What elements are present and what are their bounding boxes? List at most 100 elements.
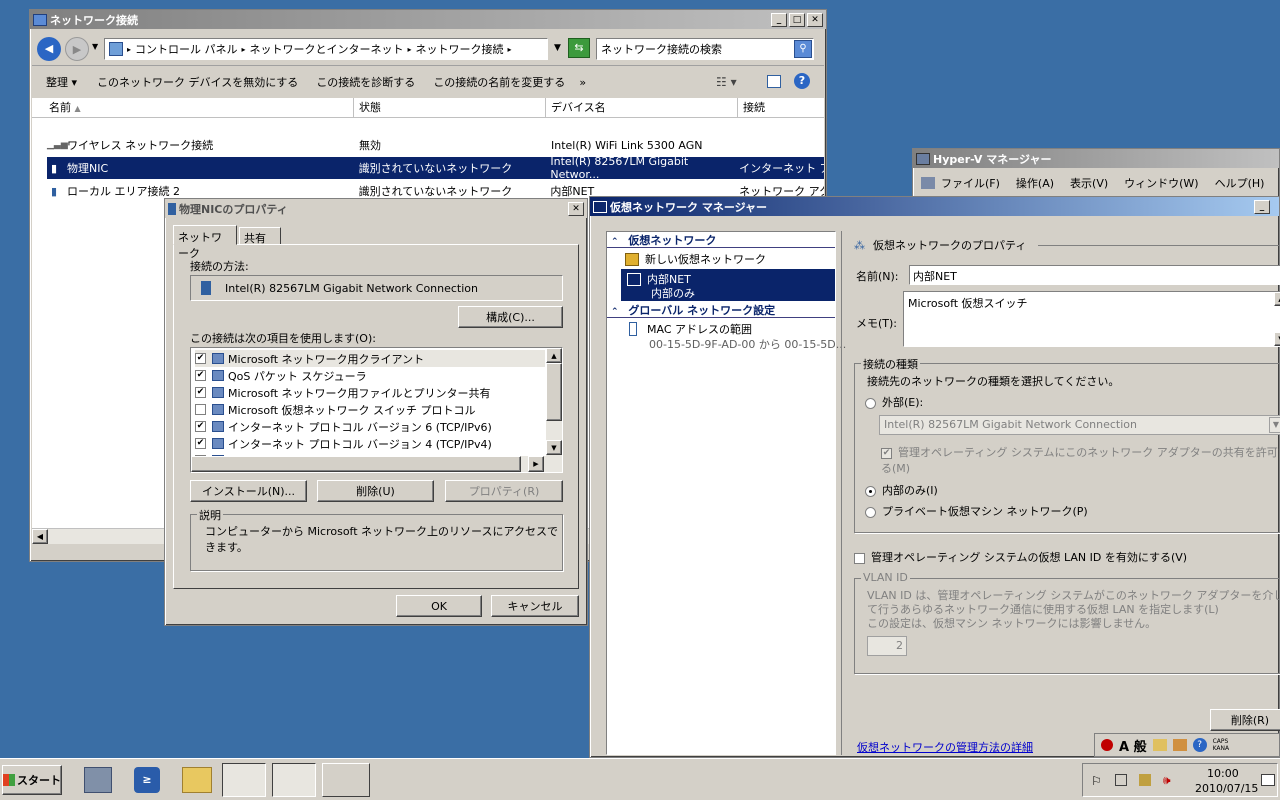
menu-window[interactable]: ウィンドウ(W) <box>1124 175 1198 191</box>
disable-device-button[interactable]: このネットワーク デバイスを無効にする <box>97 74 298 90</box>
ime-pad-icon[interactable] <box>1152 739 1167 751</box>
ime-dictionary-icon[interactable] <box>1172 739 1187 751</box>
scroll-left-button[interactable]: ◀ <box>32 529 48 544</box>
external-adapter-select[interactable]: Intel(R) 82567LM Gigabit Network Connect… <box>879 415 1280 435</box>
hyperv-taskbar-icon[interactable] <box>272 763 316 797</box>
diagnose-button[interactable]: この接続を診断する <box>316 74 415 90</box>
column-header-status[interactable]: 状態 <box>354 98 546 117</box>
column-header-name[interactable]: 名前 ▲ <box>32 98 354 117</box>
title-bar[interactable]: ネットワーク接続 _ □ ✕ <box>30 10 826 29</box>
component-checkbox[interactable]: ✔ <box>195 438 206 449</box>
close-button[interactable]: ✕ <box>568 201 584 216</box>
cancel-button[interactable]: キャンセル <box>491 595 579 617</box>
name-input[interactable]: 内部NET <box>909 265 1280 285</box>
usb-icon[interactable] <box>1115 774 1127 786</box>
help-icon[interactable]: ? <box>794 73 810 89</box>
forward-arrow-icon[interactable]: ▶ <box>65 37 89 61</box>
breadcrumb-item[interactable]: ネットワーク接続 <box>416 41 504 57</box>
address-bar[interactable]: ▸ コントロール パネル ▸ ネットワークとインターネット ▸ ネットワーク接続… <box>104 38 548 60</box>
component-item[interactable]: ✔ インターネット プロトコル バージョン 6 (TCP/IPv6) <box>195 418 545 435</box>
tab-network[interactable]: ネットワーク <box>173 225 237 260</box>
show-desktop-icon[interactable] <box>1261 774 1275 786</box>
paint-icon[interactable] <box>322 763 370 797</box>
network-item-internal[interactable]: 内部NET 内部のみ <box>621 269 835 301</box>
refresh-icon[interactable]: ⇆ <box>568 38 590 58</box>
scroll-up-button[interactable]: ▲ <box>546 348 562 363</box>
memo-textarea[interactable]: Microsoft 仮想スイッチ ▲ ▼ <box>903 291 1280 347</box>
search-input[interactable]: ネットワーク接続の検索 ⚲ <box>596 38 814 60</box>
more-commands-button[interactable]: » <box>579 76 586 89</box>
scroll-down-button[interactable]: ▼ <box>1274 332 1280 346</box>
component-checkbox[interactable]: ✔ <box>195 421 206 432</box>
scroll-down-button[interactable]: ▼ <box>546 440 562 455</box>
vlan-id-input[interactable]: 2 <box>867 636 907 656</box>
address-dropdown-icon[interactable]: ▼ <box>554 43 561 53</box>
menu-file[interactable]: ファイル(F) <box>941 175 1000 191</box>
help-icon[interactable]: ? <box>1192 738 1207 752</box>
component-checkbox[interactable] <box>195 404 206 415</box>
scroll-up-button[interactable]: ▲ <box>1274 292 1280 306</box>
tray-app-icon[interactable] <box>1139 774 1151 786</box>
component-item[interactable]: ✔ Microsoft ネットワーク用ファイルとプリンター共有 <box>195 384 545 401</box>
collapse-icon[interactable]: ⌃ <box>611 307 619 317</box>
component-item[interactable]: ✔ インターネット プロトコル バージョン 4 (TCP/IPv4) <box>195 435 545 452</box>
scroll-right-button[interactable]: ▶ <box>528 456 544 472</box>
section-virtual-networks[interactable]: ⌃ 仮想ネットワーク <box>607 232 835 248</box>
flag-icon[interactable]: ⚐ <box>1091 774 1102 788</box>
title-bar[interactable]: 物理NICのプロパティ ✕ <box>165 199 587 218</box>
private-network-radio[interactable]: プライベート仮想マシン ネットワーク(P) <box>865 503 1088 519</box>
external-radio[interactable]: 外部(E): <box>865 394 923 410</box>
menu-action[interactable]: 操作(A) <box>1016 175 1054 191</box>
section-global-settings[interactable]: ⌃ グローバル ネットワーク設定 <box>607 302 835 318</box>
minimize-button[interactable]: _ <box>771 12 787 27</box>
configure-button[interactable]: 構成(C)... <box>458 306 563 328</box>
clock-date[interactable]: 2010/07/15 <box>1195 782 1258 795</box>
internal-only-radio[interactable]: 内部のみ(I) <box>865 482 938 498</box>
search-icon[interactable]: ⚲ <box>794 40 812 58</box>
component-item[interactable]: Microsoft 仮想ネットワーク スイッチ プロトコル <box>195 401 545 418</box>
preview-pane-icon[interactable] <box>767 75 781 88</box>
new-virtual-network-item[interactable]: 新しい仮想ネットワーク <box>625 251 766 267</box>
menu-help[interactable]: ヘルプ(H) <box>1215 175 1265 191</box>
vlan-enable-checkbox[interactable]: 管理オペレーティング システムの仮想 LAN ID を有効にする(V) <box>854 549 1187 565</box>
allow-share-checkbox[interactable]: ✔ 管理オペレーティング システムにこのネットワーク アダプターの共有を許可する(… <box>881 444 1280 476</box>
component-checkbox[interactable]: ✔ <box>195 353 206 364</box>
back-arrow-icon[interactable]: ◀ <box>37 37 61 61</box>
delete-button[interactable]: 削除(R) <box>1210 709 1280 731</box>
mac-range-item[interactable]: MAC アドレスの範囲 00-15-5D-9F-AD-00 から 00-15-5… <box>625 320 846 352</box>
component-checkbox[interactable]: ✔ <box>195 370 206 381</box>
server-manager-icon[interactable] <box>84 767 112 793</box>
maximize-button[interactable]: □ <box>789 12 805 27</box>
vertical-scrollbar[interactable]: ▲ ▼ <box>546 348 562 456</box>
ok-button[interactable]: OK <box>396 595 482 617</box>
horizontal-scrollbar[interactable]: ▶ <box>191 456 562 472</box>
history-dropdown-icon[interactable]: ▼ <box>92 42 98 51</box>
collapse-icon[interactable]: ⌃ <box>611 237 619 247</box>
component-item[interactable]: ✔ QoS パケット スケジューラ <box>195 367 545 384</box>
table-row[interactable]: ▁▃▅ ワイヤレス ネットワーク接続 無効 Intel(R) WiFi Link… <box>47 134 824 156</box>
properties-button[interactable]: プロパティ(R) <box>445 480 563 502</box>
title-bar[interactable]: 仮想ネットワーク マネージャー _ <box>590 197 1279 216</box>
view-options-icon[interactable]: ☷ ▾ <box>716 75 737 89</box>
minimize-button[interactable]: _ <box>1254 199 1270 214</box>
menu-view[interactable]: 表示(V) <box>1070 175 1108 191</box>
install-button[interactable]: インストール(N)... <box>190 480 307 502</box>
close-button[interactable]: ✕ <box>807 12 823 27</box>
breadcrumb-item[interactable]: ネットワークとインターネット <box>250 41 404 57</box>
component-item[interactable]: ✔ Microsoft ネットワーク用クライアント <box>195 350 545 367</box>
component-checkbox[interactable]: ✔ <box>195 387 206 398</box>
column-header-device[interactable]: デバイス名 <box>546 98 738 117</box>
scroll-thumb-h[interactable] <box>191 456 521 472</box>
ime-icon[interactable] <box>1101 739 1113 751</box>
network-connections-taskbar-icon[interactable] <box>222 763 266 797</box>
breadcrumb-item[interactable]: コントロール パネル <box>135 41 238 57</box>
clock-time[interactable]: 10:00 <box>1207 767 1239 780</box>
rename-button[interactable]: この接続の名前を変更する <box>433 74 565 90</box>
column-header-connectivity[interactable]: 接続 <box>738 98 824 117</box>
help-link[interactable]: 仮想ネットワークの管理方法の詳細 <box>857 739 1033 755</box>
start-button[interactable]: スタート <box>2 765 62 795</box>
title-bar[interactable]: Hyper-V マネージャー <box>913 149 1279 168</box>
tab-sharing[interactable]: 共有 <box>239 227 281 245</box>
ime-mode[interactable]: A 般 <box>1119 736 1147 755</box>
volume-muted-icon[interactable]: 🕪 <box>1163 773 1171 788</box>
